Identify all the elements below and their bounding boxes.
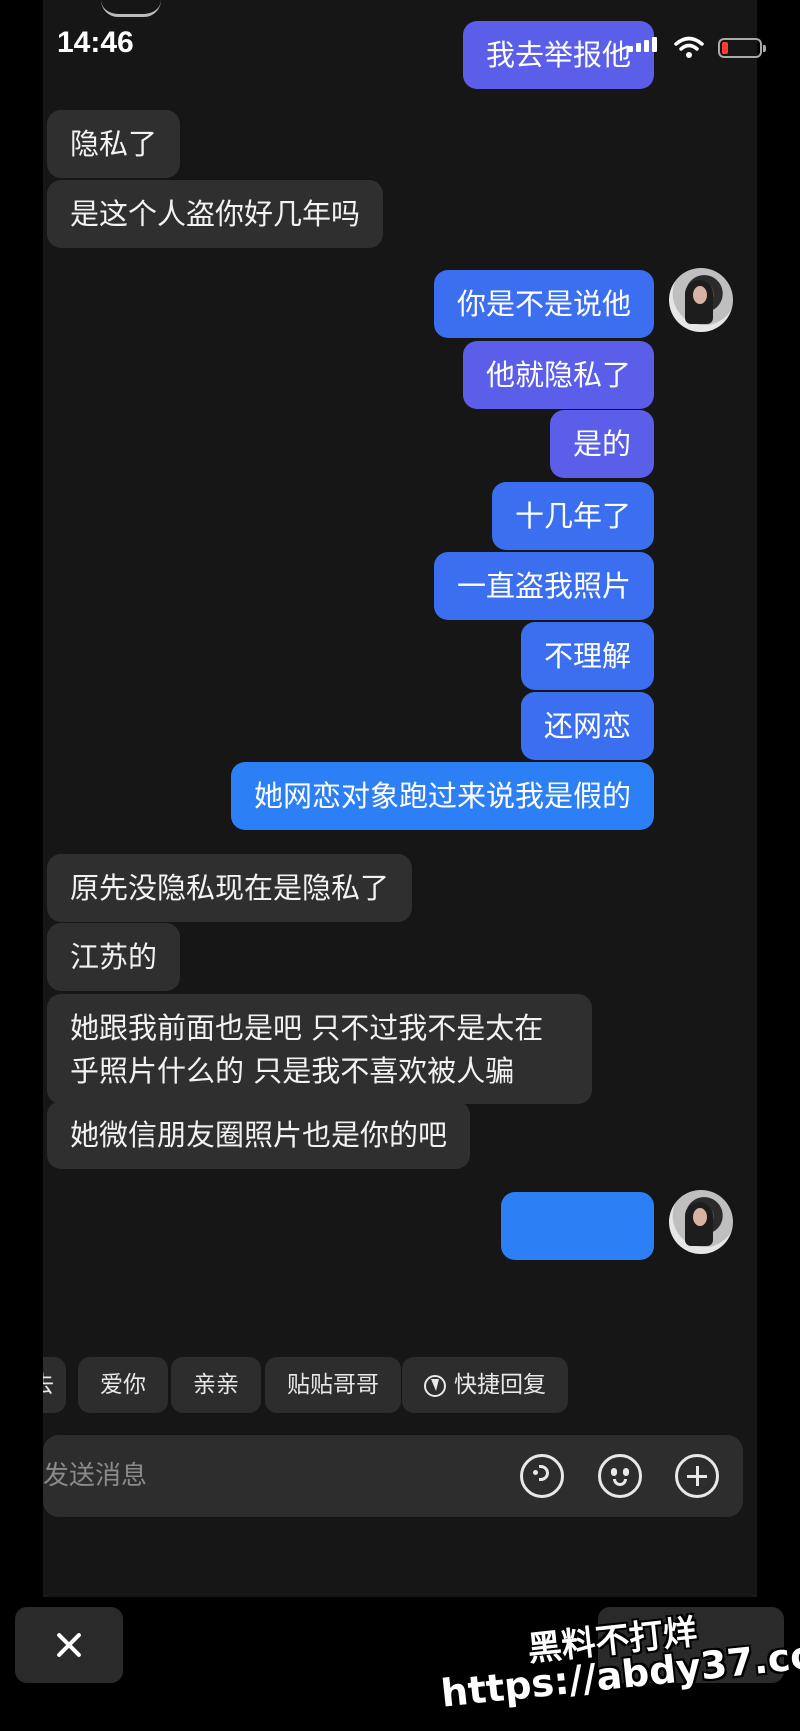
message-bubble-incoming[interactable]: 她跟我前面也是吧 只不过我不是太在乎照片什么的 只是我不喜欢被人骗 bbox=[47, 994, 592, 1104]
chat-thread[interactable]: 我去举报他 隐私了 是这个人盗你好几年吗 你是不是说他 他就隐私了 是的 十几年… bbox=[43, 0, 757, 1343]
close-icon bbox=[54, 1630, 84, 1660]
battery-icon bbox=[718, 38, 766, 58]
message-bubble-outgoing[interactable]: 还网恋 bbox=[520, 692, 654, 760]
message-bubble-outgoing[interactable]: 是的 bbox=[549, 410, 654, 478]
message-bubble-incoming[interactable]: 原先没隐私现在是隐私了 bbox=[47, 854, 413, 922]
quick-reply-chip[interactable]: 亲亲 bbox=[171, 1357, 261, 1413]
quick-reply-chip[interactable]: 贴贴哥哥 bbox=[265, 1357, 401, 1413]
message-bubble-outgoing[interactable]: 十几年了 bbox=[491, 482, 654, 550]
quick-reply-chip[interactable]: 去 bbox=[43, 1357, 66, 1413]
message-bubble-incoming[interactable]: 是这个人盗你好几年吗 bbox=[47, 180, 384, 248]
emoji-icon[interactable] bbox=[598, 1454, 642, 1498]
avatar[interactable] bbox=[669, 268, 733, 332]
message-input-bar[interactable]: 发送消息 bbox=[43, 1435, 743, 1517]
quick-reply-chip[interactable]: 爱你 bbox=[78, 1357, 168, 1413]
voice-icon[interactable] bbox=[520, 1454, 564, 1498]
wifi-icon bbox=[674, 36, 704, 58]
plus-icon[interactable] bbox=[675, 1454, 719, 1498]
phone-screen: 我去举报他 隐私了 是这个人盗你好几年吗 你是不是说他 他就隐私了 是的 十几年… bbox=[43, 0, 757, 1597]
quick-reply-bar: 去 爱你 亲亲 贴贴哥哥 快捷回复 bbox=[43, 1357, 757, 1415]
close-button[interactable] bbox=[15, 1607, 123, 1683]
message-bubble-outgoing[interactable] bbox=[501, 1192, 654, 1260]
message-bubble-incoming[interactable]: 隐私了 bbox=[47, 110, 181, 178]
message-bubble-outgoing[interactable]: 她网恋对象跑过来说我是假的 bbox=[230, 762, 654, 830]
avatar[interactable] bbox=[669, 1190, 733, 1254]
message-input[interactable]: 发送消息 bbox=[43, 1435, 147, 1517]
message-bubble-outgoing[interactable]: 不理解 bbox=[520, 622, 654, 690]
message-bubble-incoming[interactable]: 江苏的 bbox=[47, 923, 181, 991]
message-bubble-outgoing[interactable]: 他就隐私了 bbox=[462, 341, 654, 409]
bolt-icon bbox=[424, 1375, 446, 1397]
message-bubble-outgoing[interactable]: 一直盗我照片 bbox=[433, 552, 654, 620]
message-bubble-outgoing[interactable]: 你是不是说他 bbox=[433, 270, 654, 338]
message-bubble-incoming[interactable]: 她微信朋友圈照片也是你的吧 bbox=[47, 1101, 471, 1169]
status-time: 14:46 bbox=[57, 26, 134, 59]
message-bubble-outgoing[interactable]: 我去举报他 bbox=[462, 21, 654, 89]
quick-reply-label: 快捷回复 bbox=[454, 1372, 546, 1398]
quick-reply-button[interactable]: 快捷回复 bbox=[402, 1357, 568, 1413]
